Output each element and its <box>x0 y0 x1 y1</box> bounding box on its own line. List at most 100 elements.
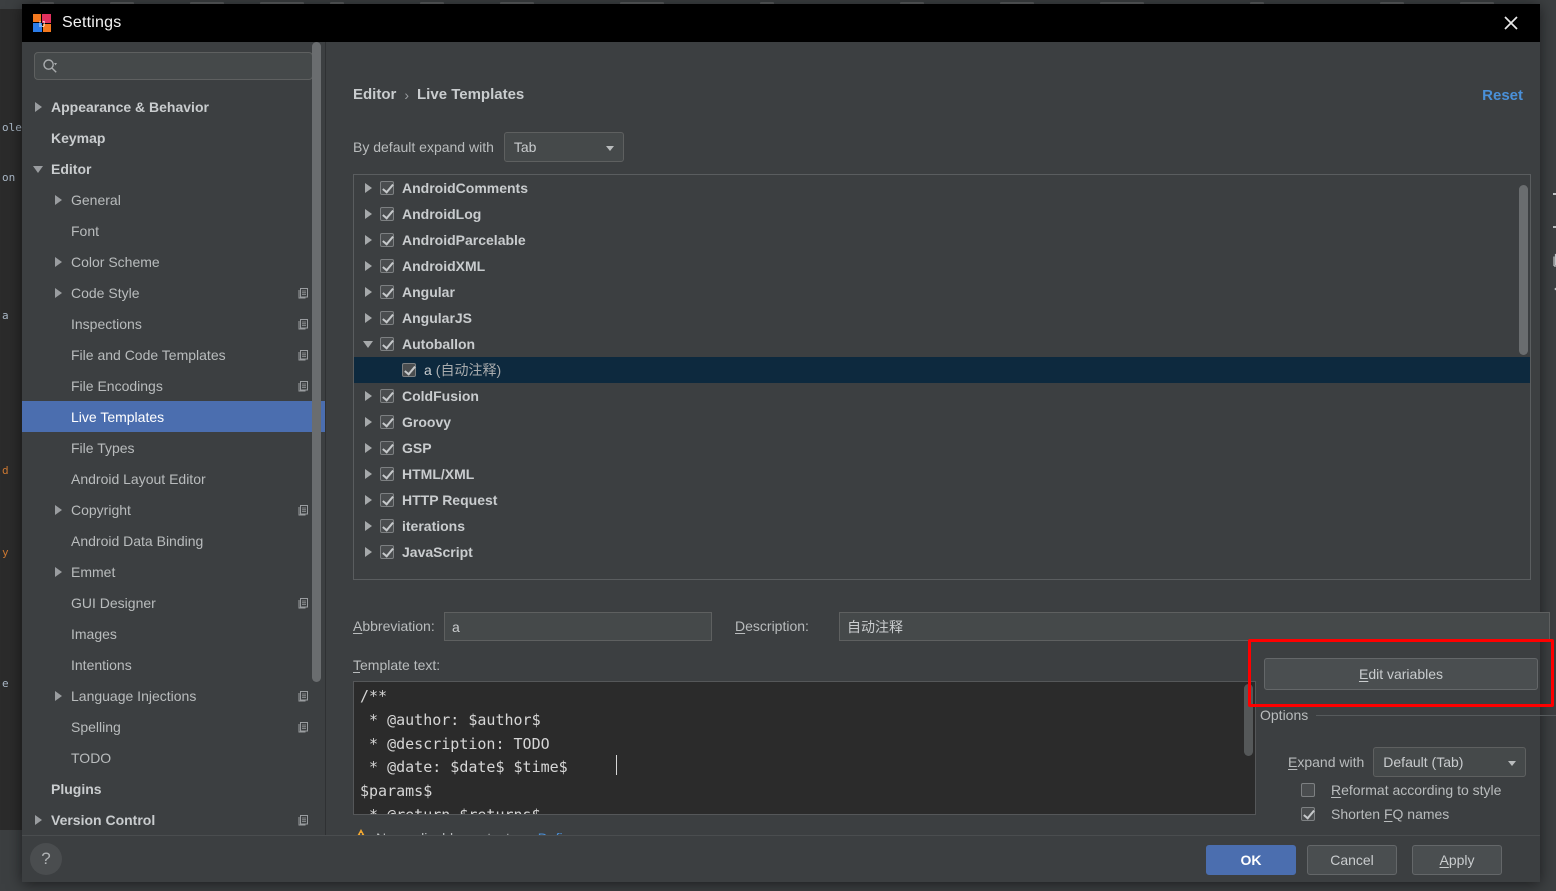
apply-button[interactable]: Apply <box>1412 845 1502 875</box>
sidebar-scrollbar[interactable] <box>312 42 321 682</box>
sidebar-item-editor[interactable]: Editor <box>22 153 325 184</box>
chevron-right-icon[interactable] <box>362 207 380 221</box>
templates-scrollbar[interactable] <box>1519 185 1528 355</box>
live-templates-list[interactable]: AndroidComments AndroidLog AndroidParcelab… <box>353 174 1531 580</box>
template-checkbox[interactable] <box>380 259 394 273</box>
reformat-checkbox[interactable] <box>1301 783 1315 797</box>
sidebar-item-images[interactable]: Images <box>22 618 325 649</box>
template-row[interactable]: Angular <box>354 279 1530 305</box>
sidebar-item-file-encodings[interactable]: File Encodings <box>22 370 325 401</box>
sidebar-item-todo[interactable]: TODO <box>22 742 325 773</box>
template-row[interactable]: AndroidLog <box>354 201 1530 227</box>
sidebar-item-file-types[interactable]: File Types <box>22 432 325 463</box>
chevron-right-icon[interactable] <box>362 415 380 429</box>
sidebar-item-copyright[interactable]: Copyright <box>22 494 325 525</box>
chevron-down-icon[interactable] <box>32 162 45 175</box>
chevron-right-icon[interactable] <box>52 503 65 516</box>
chevron-right-icon[interactable] <box>362 389 380 403</box>
template-checkbox[interactable] <box>380 207 394 221</box>
chevron-right-icon[interactable] <box>362 467 380 481</box>
sidebar-item-live-templates[interactable]: Live Templates <box>22 401 325 432</box>
edit-variables-button[interactable]: Edit variables <box>1264 658 1538 690</box>
chevron-right-icon[interactable] <box>362 441 380 455</box>
template-checkbox[interactable] <box>380 493 394 507</box>
sidebar-item-intentions[interactable]: Intentions <box>22 649 325 680</box>
chevron-right-icon[interactable] <box>362 311 380 325</box>
chevron-down-icon[interactable] <box>362 337 380 351</box>
sidebar-item-font[interactable]: Font <box>22 215 325 246</box>
template-checkbox[interactable] <box>380 285 394 299</box>
default-expand-select[interactable]: Tab <box>503 132 624 162</box>
help-icon[interactable]: ? <box>30 843 62 875</box>
chevron-right-icon[interactable] <box>52 255 65 268</box>
description-input[interactable] <box>839 612 1550 641</box>
chevron-right-icon[interactable] <box>362 545 380 559</box>
ok-button[interactable]: OK <box>1206 845 1296 875</box>
chevron-right-icon[interactable] <box>362 233 380 247</box>
template-checkbox[interactable] <box>380 519 394 533</box>
template-row[interactable]: AndroidComments <box>354 175 1530 201</box>
sidebar-item-emmet[interactable]: Emmet <box>22 556 325 587</box>
remove-template-button[interactable] <box>1541 210 1556 243</box>
sidebar-item-keymap[interactable]: Keymap <box>22 122 325 153</box>
reset-link[interactable]: Reset <box>1482 87 1523 104</box>
template-checkbox[interactable] <box>380 441 394 455</box>
sidebar-item-gui-designer[interactable]: GUI Designer <box>22 587 325 618</box>
template-row[interactable]: a (自动注释) <box>354 357 1530 383</box>
chevron-right-icon[interactable] <box>362 259 380 273</box>
add-template-button[interactable] <box>1541 177 1556 210</box>
template-row[interactable]: GSP <box>354 435 1530 461</box>
template-checkbox[interactable] <box>380 181 394 195</box>
sidebar-item-color-scheme[interactable]: Color Scheme <box>22 246 325 277</box>
chevron-right-icon[interactable] <box>362 285 380 299</box>
sidebar-item-appearance-behavior[interactable]: Appearance & Behavior <box>22 91 325 122</box>
template-row[interactable]: AndroidParcelable <box>354 227 1530 253</box>
template-row[interactable]: JavaScript <box>354 539 1530 565</box>
sidebar-item-plugins[interactable]: Plugins <box>22 773 325 804</box>
template-row[interactable]: HTTP Request <box>354 487 1530 513</box>
template-checkbox[interactable] <box>380 311 394 325</box>
abbreviation-input[interactable] <box>444 612 712 641</box>
reformat-option-row[interactable]: Reformat according to style <box>1301 782 1501 798</box>
template-row[interactable]: iterations <box>354 513 1530 539</box>
sidebar-item-version-control[interactable]: Version Control <box>22 804 325 835</box>
chevron-right-icon[interactable] <box>32 813 45 826</box>
expand-with-select[interactable]: Default (Tab) <box>1373 747 1527 777</box>
chevron-right-icon[interactable] <box>362 181 380 195</box>
sidebar-item-inspections[interactable]: Inspections <box>22 308 325 339</box>
chevron-right-icon[interactable] <box>52 565 65 578</box>
chevron-right-icon[interactable] <box>52 689 65 702</box>
template-text-editor[interactable]: /** * @author: $author$ * @description: … <box>353 681 1256 815</box>
sidebar-item-spelling[interactable]: Spelling <box>22 711 325 742</box>
template-row[interactable]: HTML/XML <box>354 461 1530 487</box>
template-checkbox[interactable] <box>380 467 394 481</box>
sidebar-item-general[interactable]: General <box>22 184 325 215</box>
chevron-right-icon[interactable] <box>32 100 45 113</box>
sidebar-item-android-data-binding[interactable]: Android Data Binding <box>22 525 325 556</box>
template-row[interactable]: AndroidXML <box>354 253 1530 279</box>
template-row[interactable]: Groovy <box>354 409 1530 435</box>
template-checkbox[interactable] <box>380 233 394 247</box>
breadcrumb-root[interactable]: Editor <box>353 86 396 103</box>
template-checkbox[interactable] <box>380 545 394 559</box>
duplicate-template-button[interactable] <box>1541 243 1556 276</box>
cancel-button[interactable]: Cancel <box>1307 845 1397 875</box>
restore-defaults-button[interactable] <box>1541 276 1556 309</box>
sidebar-item-code-style[interactable]: Code Style <box>22 277 325 308</box>
sidebar-item-file-and-code-templates[interactable]: File and Code Templates <box>22 339 325 370</box>
close-icon[interactable] <box>1488 4 1534 42</box>
template-checkbox[interactable] <box>380 389 394 403</box>
search-box[interactable] <box>34 52 313 80</box>
sidebar-item-android-layout-editor[interactable]: Android Layout Editor <box>22 463 325 494</box>
template-row[interactable]: Autoballon <box>354 331 1530 357</box>
chevron-right-icon[interactable] <box>362 519 380 533</box>
search-input[interactable] <box>65 53 306 79</box>
chevron-right-icon[interactable] <box>52 193 65 206</box>
shorten-option-row[interactable]: Shorten FQ names <box>1301 806 1449 822</box>
template-checkbox[interactable] <box>402 363 416 377</box>
template-checkbox[interactable] <box>380 337 394 351</box>
template-row[interactable]: ColdFusion <box>354 383 1530 409</box>
chevron-right-icon[interactable] <box>52 286 65 299</box>
chevron-right-icon[interactable] <box>362 493 380 507</box>
shorten-fq-names-checkbox[interactable] <box>1301 807 1315 821</box>
